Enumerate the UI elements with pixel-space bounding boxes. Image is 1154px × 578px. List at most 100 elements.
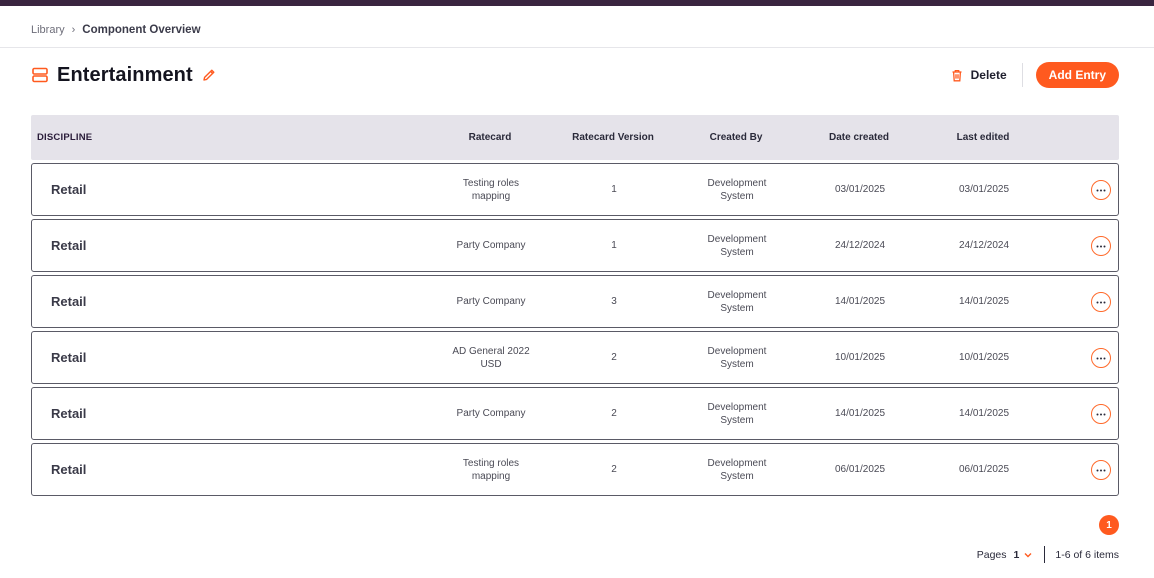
row-menu-button[interactable] xyxy=(1091,236,1111,256)
ratecard-line: Party Company xyxy=(456,408,526,419)
row-menu-button[interactable] xyxy=(1091,348,1111,368)
breadcrumb-library-link[interactable]: Library xyxy=(31,24,65,36)
ratecard-line: Party Company xyxy=(456,240,526,251)
cell-discipline: Retail xyxy=(51,406,87,421)
stack-icon xyxy=(31,66,49,84)
created-by-line: Development xyxy=(707,457,767,469)
page-select-value: 1 xyxy=(1013,548,1020,561)
table-row[interactable]: Retail AD General 2022 USD 2 Development S… xyxy=(31,331,1119,384)
created-by-line: System xyxy=(720,246,754,258)
pagination-divider xyxy=(1044,546,1046,563)
cell-last-edited: 24/12/2024 xyxy=(958,240,1010,251)
header-actions: Delete Add Entry xyxy=(951,62,1119,88)
cell-created-by: Development System xyxy=(677,388,797,439)
cell-last-edited: 06/01/2025 xyxy=(958,464,1010,475)
table-row[interactable]: Retail Testing roles mapping 1 Developmen… xyxy=(31,163,1119,216)
column-header-ratecard-version[interactable]: Ratecard Version xyxy=(553,115,673,160)
ratecard-line: USD xyxy=(480,358,502,370)
table-row[interactable]: Retail Party Company 1 Development System… xyxy=(31,219,1119,272)
more-horizontal-icon xyxy=(1096,357,1106,359)
cell-version: 2 xyxy=(611,408,617,419)
more-horizontal-icon xyxy=(1096,469,1106,471)
more-horizontal-icon xyxy=(1096,413,1106,415)
row-menu-button[interactable] xyxy=(1091,180,1111,200)
cell-discipline: Retail xyxy=(51,350,87,365)
created-by-line: Development xyxy=(707,401,767,413)
cell-date-created: 24/12/2024 xyxy=(834,240,886,251)
breadcrumb: Library › Component Overview xyxy=(31,22,201,38)
cell-version: 3 xyxy=(611,296,617,307)
column-header-last-edited[interactable]: Last edited xyxy=(923,115,1043,160)
ratecard-line: AD General 2022 xyxy=(452,345,530,357)
cell-version: 2 xyxy=(611,464,617,475)
created-by-line: Development xyxy=(707,233,767,245)
created-by-line: System xyxy=(720,190,754,202)
cell-discipline: Retail xyxy=(51,294,87,309)
cell-discipline: Retail xyxy=(51,182,87,197)
created-by-line: System xyxy=(720,414,754,426)
cell-created-by: Development System xyxy=(677,220,797,271)
cell-date-created: 14/01/2025 xyxy=(834,408,886,419)
cell-last-edited: 14/01/2025 xyxy=(958,408,1010,419)
column-header-created-by[interactable]: Created By xyxy=(676,115,796,160)
pagination: Pages 1 1-6 of 6 items xyxy=(977,546,1119,563)
row-menu-button[interactable] xyxy=(1091,292,1111,312)
more-horizontal-icon xyxy=(1096,245,1106,247)
column-header-ratecard[interactable]: Ratecard xyxy=(431,115,549,160)
cell-date-created: 06/01/2025 xyxy=(834,464,886,475)
top-accent-bar xyxy=(0,0,1154,6)
pages-label: Pages xyxy=(976,548,1007,561)
cell-date-created: 03/01/2025 xyxy=(834,184,886,195)
ratecard-line: Testing roles xyxy=(462,457,520,469)
delete-label: Delete xyxy=(970,68,1007,82)
actions-divider xyxy=(1021,63,1023,87)
cell-last-edited: 14/01/2025 xyxy=(958,296,1010,307)
items-summary: 1-6 of 6 items xyxy=(1055,548,1119,561)
table-row[interactable]: Retail Testing roles mapping 2 Developmen… xyxy=(31,443,1119,496)
cell-date-created: 14/01/2025 xyxy=(834,296,886,307)
ratecard-line: Party Company xyxy=(456,296,526,307)
page-title: Entertainment xyxy=(57,63,193,86)
cell-version: 1 xyxy=(611,240,617,251)
cell-version: 2 xyxy=(611,352,617,363)
add-entry-button[interactable]: Add Entry xyxy=(1035,62,1119,88)
ratecard-line: Testing roles xyxy=(462,177,520,189)
breadcrumb-current: Component Overview xyxy=(82,24,201,36)
created-by-line: Development xyxy=(707,177,767,189)
trash-icon xyxy=(951,69,963,82)
table-row[interactable]: Retail Party Company 2 Development System… xyxy=(31,387,1119,440)
table-header: DISCIPLINE Ratecard Ratecard Version Cre… xyxy=(31,115,1119,160)
cell-date-created: 10/01/2025 xyxy=(834,352,886,363)
cell-ratecard: Party Company xyxy=(432,276,550,327)
cell-discipline: Retail xyxy=(51,238,87,253)
created-by-line: System xyxy=(720,470,754,482)
column-header-date-created[interactable]: Date created xyxy=(799,115,919,160)
cell-version: 1 xyxy=(611,184,617,195)
cell-ratecard: Testing roles mapping xyxy=(432,444,550,495)
cell-ratecard: Party Company xyxy=(432,220,550,271)
more-horizontal-icon xyxy=(1096,189,1106,191)
ratecard-line: mapping xyxy=(471,470,511,482)
cell-created-by: Development System xyxy=(677,444,797,495)
created-by-line: Development xyxy=(707,289,767,301)
cell-discipline: Retail xyxy=(51,462,87,477)
created-by-line: System xyxy=(720,302,754,314)
cell-ratecard: Party Company xyxy=(432,388,550,439)
page-select[interactable]: 1 xyxy=(1014,549,1033,561)
pencil-icon[interactable] xyxy=(202,68,217,83)
cell-ratecard: AD General 2022 USD xyxy=(432,332,550,383)
more-horizontal-icon xyxy=(1096,301,1106,303)
cell-created-by: Development System xyxy=(677,164,797,215)
chevron-down-icon xyxy=(1024,552,1032,558)
row-menu-button[interactable] xyxy=(1091,460,1111,480)
row-menu-button[interactable] xyxy=(1091,404,1111,424)
cell-created-by: Development System xyxy=(677,276,797,327)
cell-last-edited: 03/01/2025 xyxy=(958,184,1010,195)
column-header-discipline[interactable]: DISCIPLINE xyxy=(37,115,237,160)
delete-button[interactable]: Delete xyxy=(951,68,1007,82)
current-page-badge[interactable]: 1 xyxy=(1099,515,1119,535)
header-divider xyxy=(0,47,1154,48)
created-by-line: Development xyxy=(707,345,767,357)
table-row[interactable]: Retail Party Company 3 Development System… xyxy=(31,275,1119,328)
ratecard-line: mapping xyxy=(471,190,511,202)
